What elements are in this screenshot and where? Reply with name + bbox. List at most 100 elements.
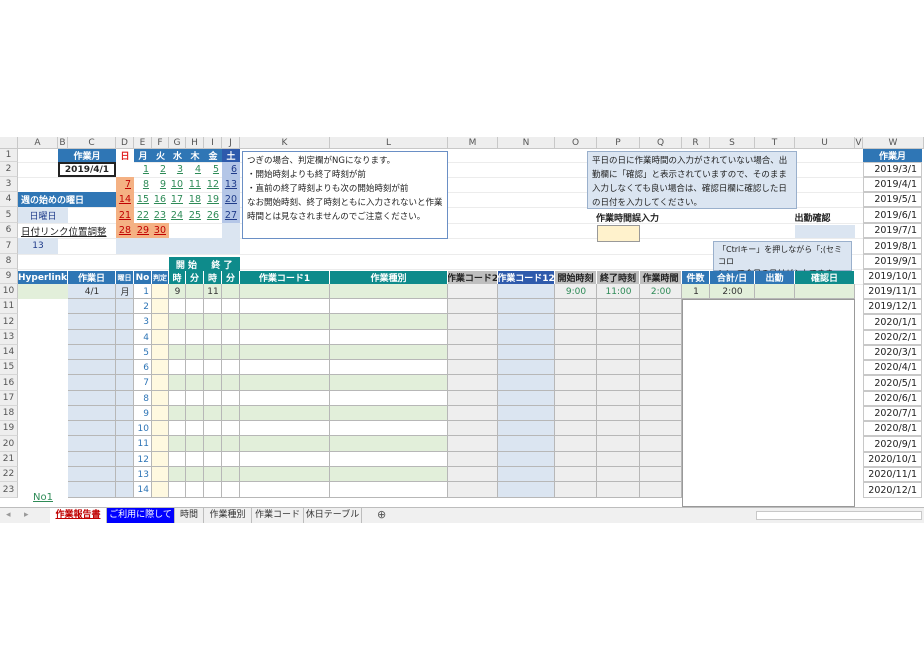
data-cell[interactable] [204, 406, 222, 421]
data-cell[interactable] [222, 314, 240, 330]
data-cell[interactable] [240, 452, 330, 467]
data-cell[interactable] [116, 330, 134, 345]
data-cell[interactable] [640, 375, 682, 391]
data-cell[interactable] [116, 406, 134, 421]
data-cell[interactable] [448, 284, 498, 299]
calendar-day[interactable]: 11 [186, 177, 204, 192]
row-header-2[interactable]: 2 [0, 162, 18, 177]
data-cell[interactable] [448, 360, 498, 375]
data-cell[interactable] [640, 406, 682, 421]
data-cell[interactable] [152, 284, 169, 299]
data-cell[interactable] [152, 467, 169, 482]
data-cell[interactable] [640, 360, 682, 375]
column-header-u[interactable]: U [795, 137, 855, 149]
data-cell[interactable] [186, 345, 204, 360]
data-cell[interactable] [68, 314, 116, 330]
data-cell[interactable] [555, 482, 597, 498]
data-cell[interactable] [222, 345, 240, 360]
month-list-item[interactable]: 2020/8/1 [863, 421, 922, 436]
data-cell[interactable] [448, 375, 498, 391]
data-cell[interactable] [448, 421, 498, 436]
data-cell[interactable] [498, 452, 555, 467]
data-cell[interactable] [240, 330, 330, 345]
row-header-15[interactable]: 15 [0, 360, 18, 375]
data-cell[interactable] [640, 436, 682, 452]
data-cell[interactable] [597, 299, 640, 314]
scroll-left-icon[interactable]: ◂ [6, 510, 11, 520]
data-cell[interactable] [330, 299, 448, 314]
data-cell[interactable] [240, 391, 330, 406]
select-all-corner[interactable] [0, 137, 18, 149]
data-cell[interactable] [222, 452, 240, 467]
data-cell[interactable] [640, 330, 682, 345]
data-cell[interactable] [555, 421, 597, 436]
data-cell[interactable] [448, 452, 498, 467]
sheet-tab-5[interactable]: 休日テーブル [304, 508, 362, 523]
data-cell[interactable] [498, 406, 555, 421]
data-cell[interactable] [152, 345, 169, 360]
data-cell[interactable] [498, 421, 555, 436]
column-header-h[interactable]: H [186, 137, 204, 149]
data-cell[interactable] [116, 421, 134, 436]
month-list-item[interactable]: 2019/6/1 [863, 207, 922, 223]
data-cell[interactable] [240, 467, 330, 482]
calendar-day[interactable]: 18 [186, 192, 204, 207]
data-cell[interactable] [555, 436, 597, 452]
data-cell[interactable] [498, 375, 555, 391]
column-header-d[interactable]: D [116, 137, 134, 149]
month-list-item[interactable]: 2020/5/1 [863, 375, 922, 391]
row-header-6[interactable]: 6 [0, 223, 18, 238]
column-header-m[interactable]: M [448, 137, 498, 149]
data-cell[interactable] [597, 360, 640, 375]
data-cell[interactable] [555, 406, 597, 421]
data-cell[interactable] [169, 436, 186, 452]
data-cell[interactable] [498, 482, 555, 498]
data-cell[interactable] [204, 391, 222, 406]
calendar-day[interactable] [152, 238, 169, 254]
data-cell[interactable] [169, 360, 186, 375]
row-header-20[interactable]: 20 [0, 436, 18, 452]
data-cell[interactable] [330, 314, 448, 330]
row-header-7[interactable]: 7 [0, 238, 18, 254]
data-cell[interactable] [597, 345, 640, 360]
row-header-21[interactable]: 21 [0, 452, 18, 467]
calendar-day[interactable]: 17 [169, 192, 186, 207]
data-cell[interactable] [498, 330, 555, 345]
data-cell[interactable] [152, 360, 169, 375]
row-header-19[interactable]: 19 [0, 421, 18, 436]
data-cell[interactable] [68, 330, 116, 345]
row-header-18[interactable]: 18 [0, 406, 18, 421]
data-cell[interactable] [186, 330, 204, 345]
calendar-day[interactable]: 22 [134, 207, 152, 223]
calendar-day[interactable]: 30 [152, 223, 169, 238]
data-cell[interactable] [204, 299, 222, 314]
calendar-day[interactable]: 24 [169, 207, 186, 223]
data-cell[interactable] [330, 452, 448, 467]
data-cell[interactable] [555, 345, 597, 360]
data-cell[interactable] [169, 375, 186, 391]
data-cell[interactable] [597, 314, 640, 330]
data-cell[interactable] [498, 284, 555, 299]
data-cell[interactable] [186, 452, 204, 467]
data-cell[interactable] [68, 406, 116, 421]
month-list-item[interactable]: 2020/4/1 [863, 360, 922, 375]
data-cell[interactable] [330, 467, 448, 482]
data-cell[interactable] [186, 406, 204, 421]
calendar-day[interactable] [169, 238, 186, 254]
row-header-23[interactable]: 23 [0, 482, 18, 498]
data-cell[interactable] [555, 360, 597, 375]
calendar-day[interactable] [116, 162, 134, 177]
row-header-17[interactable]: 17 [0, 391, 18, 406]
calendar-day[interactable]: 21 [116, 207, 134, 223]
month-list-item[interactable]: 2020/6/1 [863, 391, 922, 406]
data-cell[interactable] [116, 375, 134, 391]
month-list-item[interactable]: 2020/12/1 [863, 482, 922, 498]
data-cell[interactable] [116, 345, 134, 360]
calendar-day[interactable]: 4 [186, 162, 204, 177]
data-cell[interactable] [186, 421, 204, 436]
data-cell[interactable] [330, 345, 448, 360]
data-cell[interactable] [555, 375, 597, 391]
data-cell[interactable] [116, 314, 134, 330]
month-list-item[interactable]: 2020/10/1 [863, 452, 922, 467]
data-cell[interactable] [330, 284, 448, 299]
